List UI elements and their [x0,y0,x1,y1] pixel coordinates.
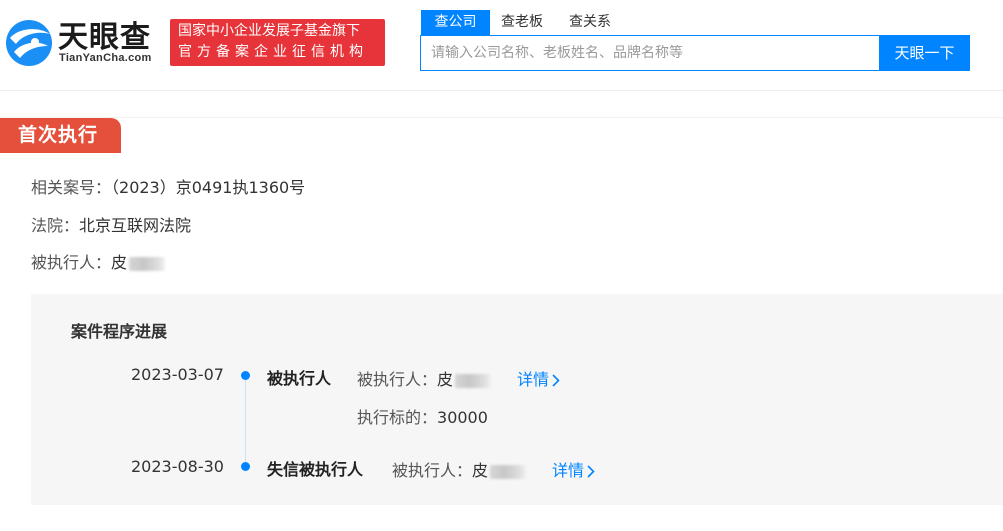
event-date: 2023-08-30 [131,457,224,476]
redacted-name [490,464,527,479]
chevron-right-icon [587,465,595,478]
timeline-line [245,376,246,468]
court-row: 法院：北京互联网法院 [31,212,191,236]
search-button[interactable]: 天眼一下 [879,35,970,71]
progress-title: 案件程序进展 [71,322,168,341]
event-detail: 被执行人：皮 [392,457,527,481]
case-number-value: （2023）京0491执1360号 [111,178,306,197]
executed-person-value: 皮 [111,253,128,272]
redacted-name [129,256,166,271]
tab-relation[interactable]: 查关系 [569,10,611,35]
redacted-name [455,373,492,388]
chevron-right-icon [552,374,560,387]
search-box: 天眼一下 [420,35,970,71]
event-detail-value: 皮 [437,370,454,389]
execution-amount-label: 执行标的： [357,408,438,427]
execution-amount: 执行标的：30000 [357,404,488,428]
search-input[interactable] [421,36,889,70]
timeline-dot [241,462,250,471]
site-logo[interactable]: 天眼查 TianYanCha.com [4,18,159,68]
tianyancha-logo-icon [6,20,52,66]
event-detail-link[interactable]: 详情 [517,366,560,390]
detail-link-label: 详情 [517,370,550,389]
court-label: 法院： [31,216,80,235]
event-detail-label: 被执行人： [392,461,473,480]
executed-person-row: 被执行人：皮 [31,249,166,273]
event-detail-value: 皮 [472,461,489,480]
case-number-label: 相关案号： [31,178,112,197]
case-progress-panel: 案件程序进展 2023-03-07 被执行人 被执行人：皮 详情 执行标的：30… [31,294,1003,505]
detail-link-label: 详情 [552,461,585,480]
case-number-row: 相关案号：（2023）京0491执1360号 [31,174,305,198]
event-title: 被执行人 [267,369,332,388]
court-value: 北京互联网法院 [79,216,192,235]
event-detail-label: 被执行人： [357,370,438,389]
event-title: 失信被执行人 [267,460,364,479]
section-divider [0,117,1003,118]
logo-domain: TianYanCha.com [59,52,152,64]
timeline-dot [241,371,250,380]
section-tag: 首次执行 [0,118,121,153]
executed-person-label: 被执行人： [31,253,112,272]
badge-line-1: 国家中小企业发展子基金旗下 [178,23,360,39]
execution-amount-value: 30000 [437,408,488,427]
event-detail-link[interactable]: 详情 [552,457,595,481]
site-header: 天眼查 TianYanCha.com 国家中小企业发展子基金旗下 官方备案企业征… [0,0,1003,91]
badge-line-2: 官方备案企业征信机构 [178,44,368,60]
tab-boss[interactable]: 查老板 [501,10,543,35]
event-date: 2023-03-07 [131,365,224,384]
tab-company[interactable]: 查公司 [421,10,490,35]
logo-name: 天眼查 [58,20,151,55]
official-badge: 国家中小企业发展子基金旗下 官方备案企业征信机构 [170,19,385,66]
event-detail: 被执行人：皮 [357,366,492,390]
